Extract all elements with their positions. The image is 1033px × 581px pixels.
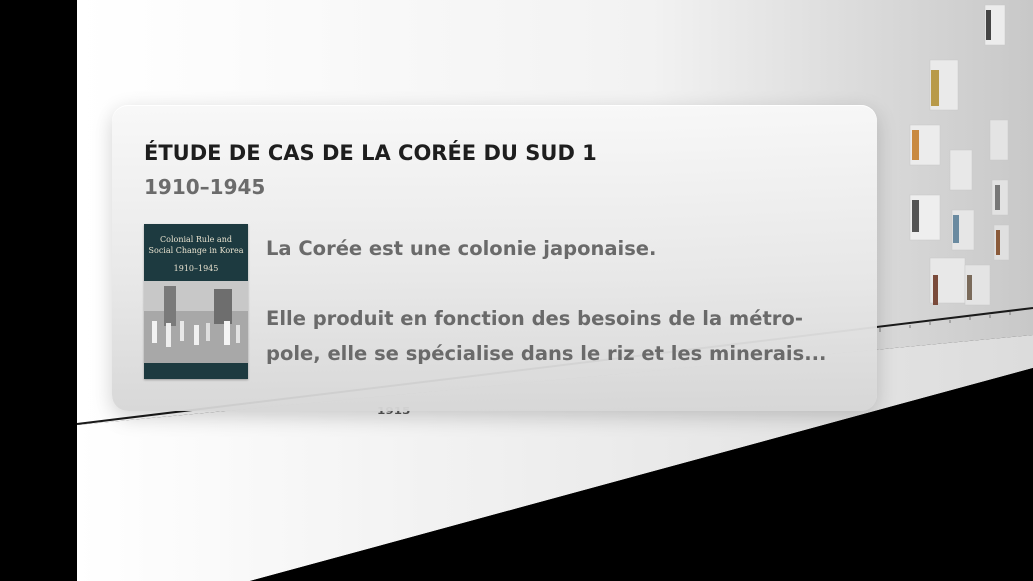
- event-dates: 1910–1945: [144, 175, 266, 199]
- book-cover-title: Colonial Rule and Social Change in Korea: [144, 234, 248, 256]
- distant-thumbnail: [953, 215, 959, 243]
- distant-thumbnail: [933, 275, 938, 305]
- distant-thumbnail: [967, 275, 972, 300]
- event-paragraph: Elle produit en fonction des besoins de …: [266, 301, 866, 371]
- book-cover-image[interactable]: Colonial Rule and Social Change in Korea…: [144, 224, 248, 379]
- event-paragraph-line: pole, elle se spécialise dans le riz et …: [266, 342, 827, 365]
- event-card[interactable]: ÉTUDE DE CAS DE LA CORÉE DU SUD 1 1910–1…: [112, 105, 877, 411]
- distant-thumbnail: [995, 185, 1000, 210]
- book-photo-figures: [144, 281, 248, 363]
- book-cover-photo: [144, 281, 248, 363]
- left-black-bar: [0, 0, 77, 581]
- distant-thumbnail: [986, 10, 991, 40]
- distant-thumbnail: [912, 130, 919, 160]
- distant-thumbnail: [912, 200, 919, 232]
- book-cover-title-line: Social Change in Korea: [148, 246, 244, 255]
- event-description: La Corée est une colonie japonaise. Elle…: [266, 231, 866, 371]
- book-cover-years: 1910–1945: [173, 264, 219, 273]
- distant-event-card: [989, 119, 1009, 161]
- timeline-viewport[interactable]: 1915 ÉTUDE DE CAS DE LA CORÉE DU SUD 1 1…: [0, 0, 1033, 581]
- event-paragraph: La Corée est une colonie japonaise.: [266, 237, 657, 260]
- event-title: ÉTUDE DE CAS DE LA CORÉE DU SUD 1: [144, 141, 597, 165]
- distant-thumbnail: [996, 230, 1000, 255]
- event-paragraph-line: Elle produit en fonction des besoins de …: [266, 307, 803, 330]
- distant-event-card: [949, 149, 973, 191]
- book-cover-title-line: Colonial Rule and: [160, 235, 232, 244]
- book-cover-footer: [144, 366, 248, 379]
- distant-thumbnail: [931, 70, 939, 106]
